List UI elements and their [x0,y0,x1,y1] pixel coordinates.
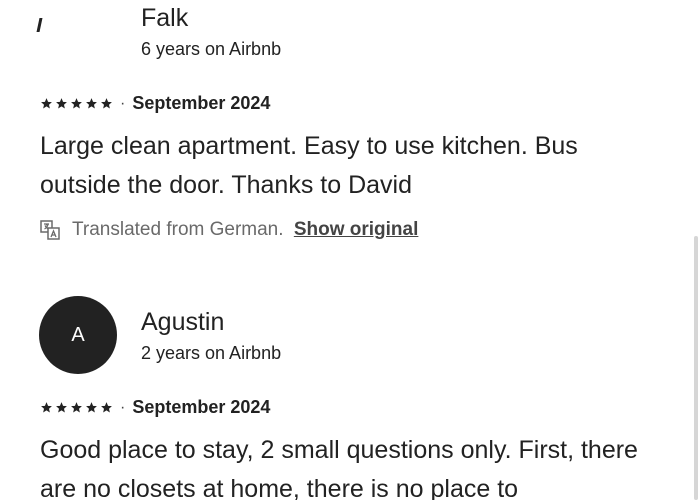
review-date: September 2024 [132,397,271,417]
translate-icon [40,220,60,240]
star-icon [71,98,82,109]
review-meta: · September 2024 [40,93,270,114]
star-icon [41,402,52,413]
rating-stars [40,97,113,110]
star-icon [101,98,112,109]
review-card: A Agustin 2 years on Airbnb · September … [0,296,700,500]
scrollbar[interactable] [694,236,698,500]
reviewer-tenure: 6 years on Airbnb [141,39,282,59]
reviewer-name[interactable]: Falk [141,4,188,33]
star-icon [56,402,67,413]
review-text: Large clean apartment. Easy to use kitch… [40,132,578,199]
review-card: Falk 6 years on Airbnb · September 2024 … [0,0,700,270]
star-icon [71,402,82,413]
reviewer-name[interactable]: Agustin [141,308,224,337]
show-original-link[interactable]: Show original [294,219,419,240]
star-icon [56,98,67,109]
star-icon [86,402,97,413]
translated-label: Translated from German. [72,219,284,240]
review-meta: · September 2024 [40,397,270,418]
separator-dot: · [120,398,126,416]
review-date: September 2024 [132,93,271,113]
star-icon [101,402,112,413]
review-text: Good place to stay, 2 small questions on… [40,436,638,500]
star-icon [41,98,52,109]
avatar-letter: A [71,323,85,346]
reviews-page: Falk 6 years on Airbnb · September 2024 … [0,0,700,500]
avatar[interactable]: A [39,296,117,374]
rating-stars [40,401,113,414]
translation-note: Translated from German. Show original [40,219,418,241]
star-icon [86,98,97,109]
reviewer-tenure: 2 years on Airbnb [141,343,282,363]
separator-dot: · [120,94,126,112]
avatar[interactable] [36,18,43,32]
